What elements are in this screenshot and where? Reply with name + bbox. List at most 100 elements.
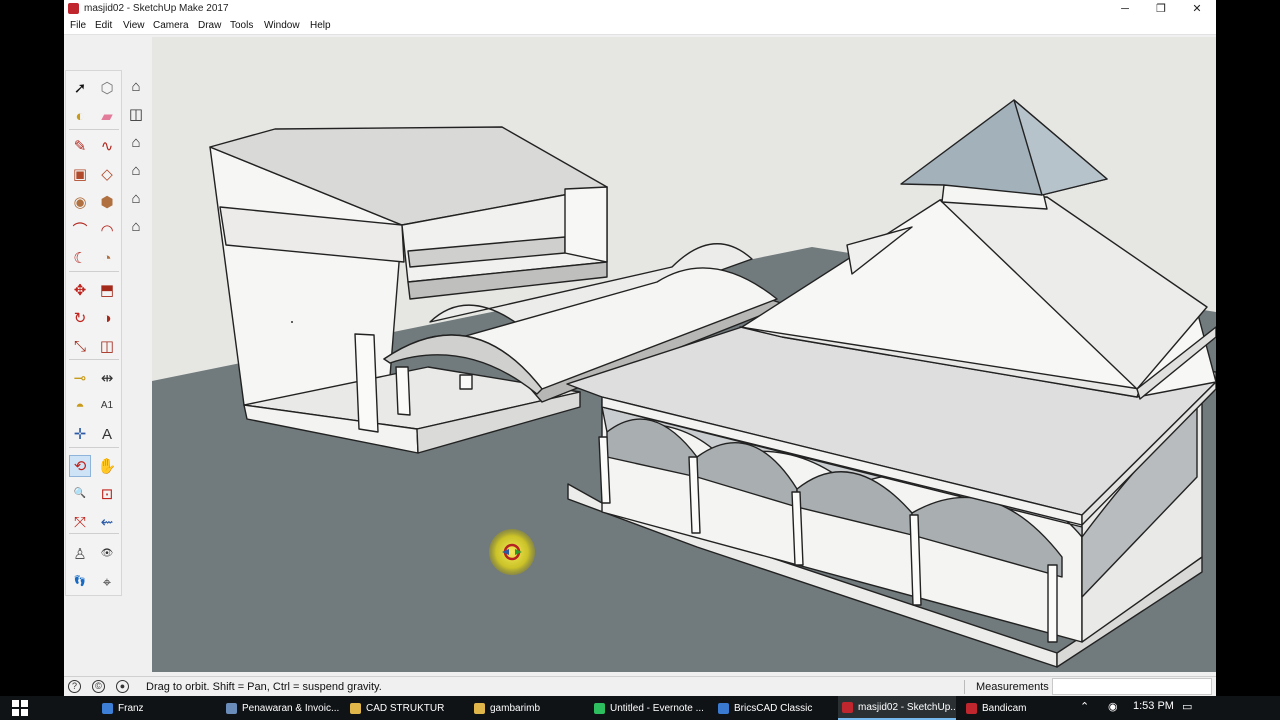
taskbar-item[interactable]: gambarimb: [470, 696, 584, 720]
offset-tool-icon[interactable]: ◫: [96, 335, 118, 357]
axes-tool-icon[interactable]: ✛: [69, 423, 91, 445]
restore-icon[interactable]: ❐: [1143, 0, 1179, 18]
taskbar-item[interactable]: Franz: [98, 696, 216, 720]
app-icon: [718, 702, 729, 714]
move-tool-icon[interactable]: ✥: [69, 279, 91, 301]
taskbar-item[interactable]: Untitled - Evernote ...: [590, 696, 708, 720]
taskbar-item[interactable]: BricsCAD Classic: [714, 696, 832, 720]
push-pull-tool-icon[interactable]: ⬒: [96, 279, 118, 301]
select-tool-icon[interactable]: ➚: [69, 77, 91, 99]
zoom-tool-icon[interactable]: 🔍: [69, 483, 91, 505]
taskbar-item[interactable]: masjid02 - SketchUp...: [838, 696, 956, 720]
model-point: [291, 321, 293, 323]
arc-tool-icon[interactable]: ⌒: [69, 219, 91, 241]
rotate-tool-icon[interactable]: ↻: [69, 307, 91, 329]
taskbar-item[interactable]: Penawaran & Invoic...: [222, 696, 340, 720]
protractor-tool-icon[interactable]: ◓: [69, 395, 91, 417]
circle-tool-icon[interactable]: ◉: [69, 191, 91, 213]
windows-taskbar: Franz Penawaran & Invoic... CAD STRUKTUR ga…: [0, 696, 1280, 720]
window-title: masjid02 - SketchUp Make 2017: [84, 3, 229, 14]
model-viewport[interactable]: [152, 37, 1216, 672]
menu-draw[interactable]: Draw: [198, 20, 221, 31]
pie-tool-icon[interactable]: ◔: [96, 247, 118, 269]
measurements-input[interactable]: [1052, 678, 1212, 695]
orbit-tool-icon[interactable]: ⟲: [69, 455, 91, 477]
position-camera-tool-icon[interactable]: ♙: [69, 543, 91, 565]
title-bar: masjid02 - SketchUp Make 2017 ─ ❐ ✕: [64, 0, 1216, 18]
sketchup-window: masjid02 - SketchUp Make 2017 ─ ❐ ✕ File…: [64, 0, 1216, 696]
windows-start-button[interactable]: [0, 696, 40, 720]
toolbar-separator: [69, 447, 119, 448]
previous-view-tool-icon[interactable]: ⇜: [96, 511, 118, 533]
view-right-icon[interactable]: ⌂: [125, 159, 147, 181]
status-divider: [964, 680, 965, 694]
menu-help[interactable]: Help: [310, 20, 331, 31]
taskbar-item-label: masjid02 - SketchUp...: [858, 701, 956, 713]
view-left-icon[interactable]: ⌂: [125, 215, 147, 237]
notification-icon[interactable]: ▭: [1182, 700, 1192, 713]
app-icon: [350, 702, 361, 714]
credit-icon[interactable]: ©: [92, 680, 105, 693]
pan-tool-icon[interactable]: ✋: [96, 455, 118, 477]
status-bar: ? © ● Drag to orbit. Shift = Pan, Ctrl =…: [64, 676, 1216, 696]
app-icon: [594, 702, 605, 714]
status-text: Drag to orbit. Shift = Pan, Ctrl = suspe…: [146, 681, 382, 693]
make-component-tool-icon[interactable]: ⬡: [96, 77, 118, 99]
view-top-icon[interactable]: ◫: [125, 103, 147, 125]
view-front-icon[interactable]: ⌂: [125, 131, 147, 153]
taskbar-item-label: Bandicam: [982, 702, 1027, 714]
tape-measure-tool-icon[interactable]: ⊸: [69, 367, 91, 389]
toolbar-separator: [69, 533, 119, 534]
taskbar-item[interactable]: Bandicam: [962, 696, 1042, 720]
toolbar-separator: [69, 271, 119, 272]
menu-edit[interactable]: Edit: [95, 20, 112, 31]
menu-window[interactable]: Window: [264, 20, 300, 31]
3d-text-tool-icon[interactable]: A: [96, 423, 118, 445]
menu-bar: File Edit View Camera Draw Tools Window …: [64, 18, 1216, 35]
follow-me-tool-icon[interactable]: ◑: [96, 307, 118, 329]
section-plane-tool-icon[interactable]: ⌖: [96, 571, 118, 593]
record-icon[interactable]: ◉: [1108, 700, 1118, 713]
freehand-tool-icon[interactable]: ∿: [96, 135, 118, 157]
two-point-arc-tool-icon[interactable]: ◠: [96, 219, 118, 241]
menu-camera[interactable]: Camera: [153, 20, 189, 31]
model-scene[interactable]: [152, 37, 1216, 672]
app-icon: [102, 702, 113, 714]
rectangle-tool-icon[interactable]: ▣: [69, 163, 91, 185]
tray-arrow-icon[interactable]: ⌃: [1080, 700, 1089, 713]
menu-tools[interactable]: Tools: [230, 20, 253, 31]
taskbar-item-label: BricsCAD Classic: [734, 702, 813, 714]
look-around-tool-icon[interactable]: 👁: [96, 543, 118, 565]
three-point-arc-tool-icon[interactable]: ☾: [69, 247, 91, 269]
text-tool-icon[interactable]: A1: [96, 395, 118, 417]
clock-text[interactable]: 1:53 PM: [1133, 700, 1174, 712]
desktop-screen: masjid02 - SketchUp Make 2017 ─ ❐ ✕ File…: [0, 0, 1280, 720]
view-iso-icon[interactable]: ⌂: [125, 75, 147, 97]
scale-tool-icon[interactable]: ⤡: [69, 335, 91, 357]
app-icon: [226, 702, 237, 714]
eraser-tool-icon[interactable]: ▰: [96, 105, 118, 127]
taskbar-item[interactable]: CAD STRUKTUR: [346, 696, 464, 720]
zoom-extents-tool-icon[interactable]: ⤧: [69, 511, 91, 533]
windows-logo-icon: [12, 700, 28, 716]
menu-view[interactable]: View: [123, 20, 145, 31]
line-tool-icon[interactable]: ✎: [69, 135, 91, 157]
polygon-tool-icon[interactable]: ⬢: [96, 191, 118, 213]
paint-bucket-tool-icon[interactable]: ◐: [69, 105, 91, 127]
taskbar-item-label: gambarimb: [490, 702, 541, 714]
minimize-icon[interactable]: ─: [1107, 0, 1143, 18]
orbit-cursor: [489, 529, 535, 575]
app-icon: [842, 701, 853, 713]
dimension-tool-icon[interactable]: ⇹: [96, 367, 118, 389]
geolocation-icon[interactable]: ?: [68, 680, 81, 693]
close-icon[interactable]: ✕: [1179, 0, 1215, 18]
taskbar-item-label: Untitled - Evernote ...: [610, 702, 704, 714]
user-icon[interactable]: ●: [116, 680, 129, 693]
menu-file[interactable]: File: [70, 20, 86, 31]
walk-tool-icon[interactable]: 👣: [69, 571, 91, 593]
rotated-rectangle-tool-icon[interactable]: ◇: [96, 163, 118, 185]
toolbar-separator: [69, 129, 119, 130]
view-back-icon[interactable]: ⌂: [125, 187, 147, 209]
zoom-window-tool-icon[interactable]: ⊡: [96, 483, 118, 505]
measurements-label: Measurements: [976, 681, 1049, 693]
